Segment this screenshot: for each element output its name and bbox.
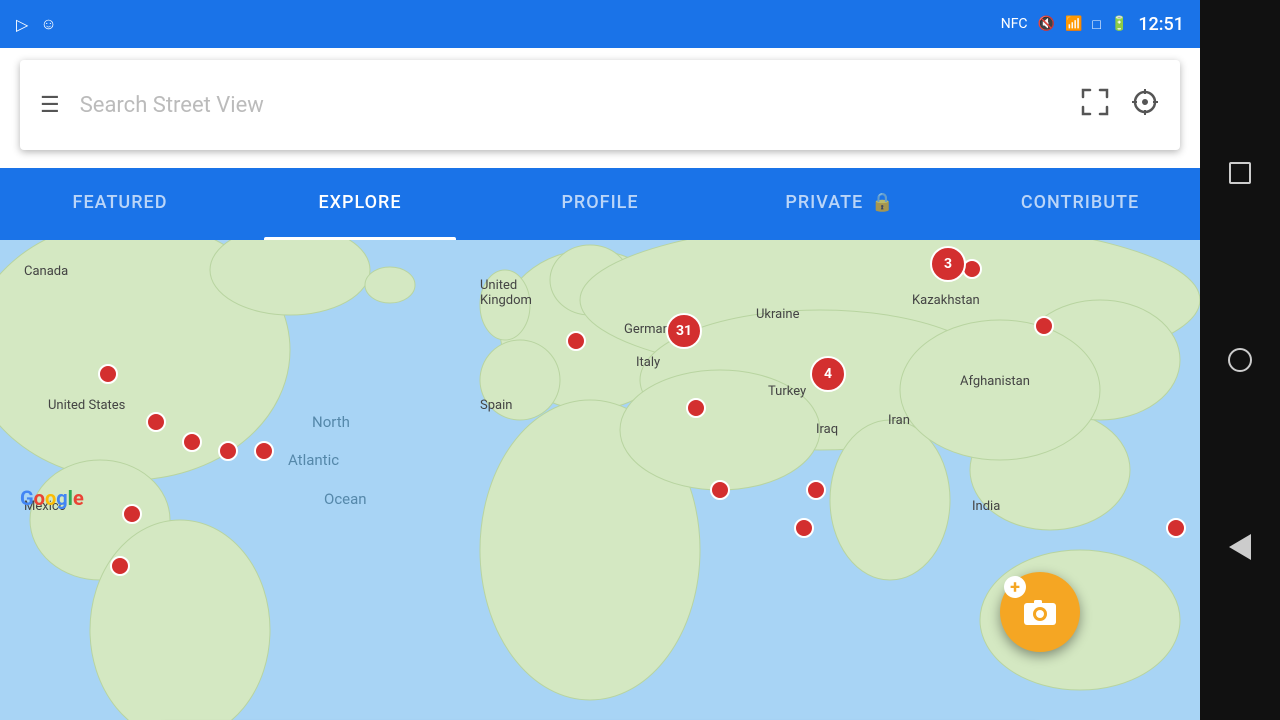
map-background: Canada UnitedKingdom Germany Ukraine Kaz…: [0, 240, 1200, 720]
map-cluster-russia[interactable]: 3: [930, 246, 966, 282]
camera-icon: [1022, 594, 1058, 630]
map-cluster-germany[interactable]: 31: [666, 313, 702, 349]
map-pin-2[interactable]: [146, 412, 166, 432]
fab-camera-button[interactable]: +: [1000, 572, 1080, 652]
battery-icon: 🔋: [1111, 16, 1128, 32]
wifi-icon: 📶: [1065, 16, 1082, 32]
map-pin-1[interactable]: [98, 364, 118, 384]
lock-icon: 🔒: [871, 192, 894, 213]
nav-back-button[interactable]: [1218, 525, 1262, 569]
location-icon[interactable]: [1130, 87, 1160, 124]
map-pin-6[interactable]: [122, 504, 142, 524]
map-pin-5[interactable]: [254, 441, 274, 461]
nav-home-button[interactable]: [1218, 338, 1262, 382]
app-icon-1: ▷: [16, 15, 28, 34]
map-cluster-turkey[interactable]: 4: [810, 356, 846, 392]
search-input[interactable]: Search Street View: [80, 93, 1060, 118]
map-pin-12[interactable]: [794, 518, 814, 538]
home-icon: [1228, 348, 1252, 372]
search-actions: [1080, 87, 1160, 124]
map-pin-4[interactable]: [218, 441, 238, 461]
map-pin-11[interactable]: [806, 480, 826, 500]
status-bar-left: ▷ ☺: [16, 14, 57, 34]
app-icon-2: ☺: [40, 14, 56, 34]
hamburger-icon[interactable]: ☰: [40, 93, 60, 118]
clock: 12:51: [1138, 14, 1184, 35]
tab-contribute[interactable]: CONTRIBUTE: [960, 168, 1200, 240]
fullscreen-icon[interactable]: [1080, 87, 1110, 124]
app-container: ▷ ☺ NFC 🔇 📶 □ 🔋 12:51 ☰ Search Street Vi…: [0, 0, 1200, 720]
tab-profile[interactable]: PROFILE: [480, 168, 720, 240]
sim-icon: □: [1092, 16, 1100, 33]
back-icon: [1229, 534, 1251, 560]
android-nav-bar: [1200, 0, 1280, 720]
map-pin-10[interactable]: [710, 480, 730, 500]
nfc-icon: NFC: [1001, 16, 1028, 32]
map-pin-15[interactable]: [1166, 518, 1186, 538]
map-area[interactable]: Canada UnitedKingdom Germany Ukraine Kaz…: [0, 240, 1200, 720]
search-bar: ☰ Search Street View: [20, 60, 1180, 150]
status-bar-right: NFC 🔇 📶 □ 🔋 12:51: [1001, 14, 1184, 35]
tab-private[interactable]: PRIVATE 🔒: [720, 168, 960, 240]
tab-explore[interactable]: EXPLORE: [240, 168, 480, 240]
plus-icon: +: [1004, 576, 1026, 598]
map-pin-3[interactable]: [182, 432, 202, 452]
google-logo: Google: [20, 486, 84, 510]
map-pin-14[interactable]: [1034, 316, 1054, 336]
private-label: PRIVATE: [785, 192, 863, 213]
nav-recents-button[interactable]: [1218, 151, 1262, 195]
map-pin-8[interactable]: [566, 331, 586, 351]
map-pin-9[interactable]: [686, 398, 706, 418]
tab-featured[interactable]: FEATURED: [0, 168, 240, 240]
status-bar: ▷ ☺ NFC 🔇 📶 □ 🔋 12:51: [0, 0, 1200, 48]
map-pin-7[interactable]: [110, 556, 130, 576]
tab-bar: FEATURED EXPLORE PROFILE PRIVATE 🔒 CONTR…: [0, 168, 1200, 240]
mute-icon: 🔇: [1038, 16, 1055, 32]
recents-icon: [1229, 162, 1251, 184]
